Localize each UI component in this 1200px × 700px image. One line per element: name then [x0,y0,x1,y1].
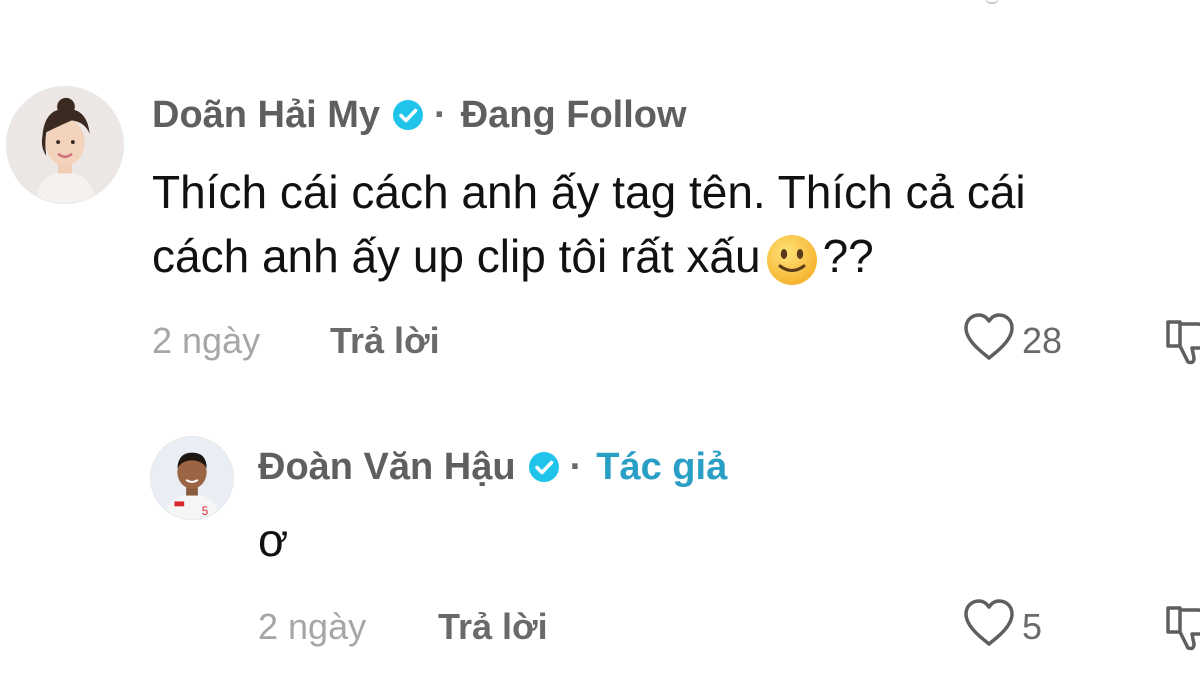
avatar[interactable]: 5 [150,436,234,520]
comment-header: Đoàn Văn Hậu · Tác giả [258,444,727,490]
avatar[interactable] [6,86,124,204]
separator-dot: · [434,93,447,136]
thumbs-down-icon[interactable] [1164,604,1200,652]
comment-text-line: cách anh ấy up clip tôi rất xấu ?? [152,224,1026,288]
avatar-image: 5 [151,437,233,519]
comment-time: 2 ngày [152,320,261,361]
username[interactable]: Doãn Hải My [152,94,380,137]
comment-text-fragment: cách anh ấy up clip tôi rất xấu [152,230,761,282]
like-button[interactable]: 28 [962,312,1063,366]
comment-text: ơ [258,514,289,566]
like-count: 28 [1022,320,1063,361]
comment-text: Thích cái cách anh ấy tag tên. Thích cả … [152,160,1026,288]
heart-icon [962,598,1016,657]
like-count: 5 [1022,606,1043,647]
avatar-image [7,87,123,203]
like-button[interactable]: 5 [962,598,1043,652]
verified-badge-icon [528,451,560,483]
author-tag: Tác giả [596,445,728,488]
verified-badge-icon [392,99,424,131]
heart-icon [962,312,1016,371]
separator-dot: · [569,445,583,488]
comment-thread: Doãn Hải My · Đang Follow Thích cái cách… [0,0,1200,700]
thumbs-down-icon[interactable] [1164,318,1200,366]
svg-text:5: 5 [202,505,209,518]
comment-header: Doãn Hải My · Đang Follow [152,92,687,138]
following-tag: Đang Follow [460,93,687,136]
reply-button[interactable]: Trả lời [438,606,548,648]
comment-text-line: Thích cái cách anh ấy tag tên. Thích cả … [152,166,1026,218]
chevron-icon [985,0,999,4]
slightly-smiling-face-icon [765,233,819,287]
username[interactable]: Đoàn Văn Hậu [258,446,516,489]
comment-time: 2 ngày [258,606,367,647]
comment-text-fragment: ?? [822,230,874,282]
reply-button[interactable]: Trả lời [330,320,440,362]
